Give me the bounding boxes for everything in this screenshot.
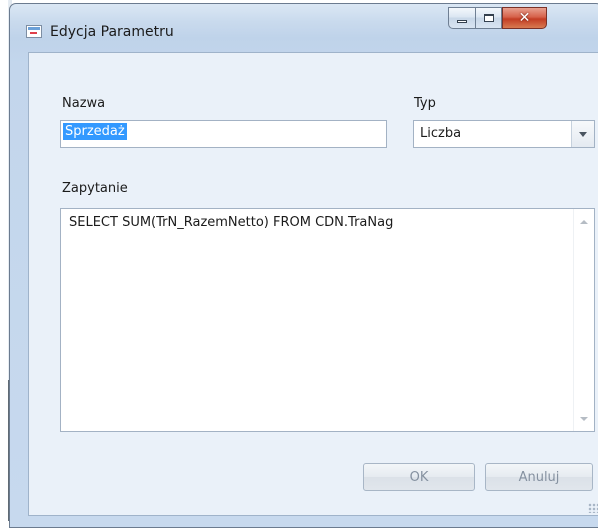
query-textarea[interactable]: SELECT SUM(TrN_RazemNetto) FROM CDN.TraN… [60,208,595,432]
maximize-button[interactable] [475,7,502,29]
name-input[interactable]: Sprzedaż [60,120,387,148]
minimize-button[interactable] [448,7,475,29]
query-label: Zapytanie [62,181,128,196]
name-label: Nazwa [62,96,106,111]
type-label: Typ [414,96,436,111]
chevron-down-icon [579,131,587,137]
name-input-value: Sprzedaż [63,123,127,140]
dialog-window: Edycja Parametru ✕ Nazwa Typ Sprzedaż Li… [9,3,598,528]
query-scrollbar[interactable] [573,209,594,431]
type-select-value: Liczba [420,126,462,141]
maximize-icon [483,14,494,22]
query-text: SELECT SUM(TrN_RazemNetto) FROM CDN.TraN… [69,215,394,230]
dialog-client-area: Nazwa Typ Sprzedaż Liczba Zapytanie SELE… [28,52,598,516]
window-app-icon[interactable] [26,25,42,38]
scroll-down-icon[interactable] [580,417,588,421]
close-icon: ✕ [518,10,531,26]
ok-button[interactable]: OK [363,463,475,491]
type-dropdown-button[interactable] [571,121,594,147]
type-select[interactable]: Liczba [413,120,595,148]
window-title: Edycja Parametru [50,24,174,40]
close-button[interactable]: ✕ [502,7,547,29]
minimize-icon [457,19,467,23]
resize-grip-icon[interactable] [588,503,598,513]
cancel-button[interactable]: Anuluj [485,463,593,491]
scroll-up-icon[interactable] [580,220,588,224]
